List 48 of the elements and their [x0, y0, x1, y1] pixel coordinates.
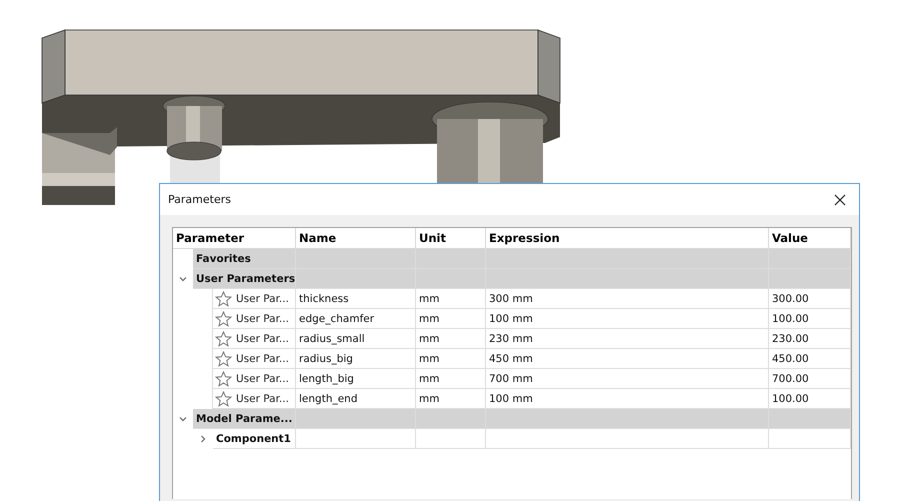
component-row-label[interactable]: Component1	[213, 429, 296, 449]
table-cell: 230.00	[769, 329, 851, 349]
table-cell: User Par...	[236, 352, 289, 364]
star-icon[interactable]	[215, 370, 232, 386]
table-cell: 100.00	[769, 389, 851, 409]
star-icon[interactable]	[215, 290, 232, 306]
table-cell: 230 mm	[486, 329, 769, 349]
table-cell: mm	[416, 349, 486, 369]
table-cell: 300 mm	[486, 289, 769, 309]
table-cell: thickness	[296, 289, 416, 309]
table-cell: length_big	[296, 369, 416, 389]
table-cell: 450 mm	[486, 349, 769, 369]
table-cell: User Par...	[236, 392, 289, 404]
chevron-icon[interactable]	[199, 435, 207, 443]
dialog-title: Parameters	[168, 193, 231, 206]
table-cell: 100 mm	[486, 389, 769, 409]
table-cell	[416, 269, 486, 289]
chevron-icon[interactable]	[179, 275, 187, 283]
table-cell: edge_chamfer	[296, 309, 416, 329]
table-cell: radius_big	[296, 349, 416, 369]
table-cell: 100.00	[769, 309, 851, 329]
table-cell: mm	[416, 309, 486, 329]
star-icon[interactable]	[215, 310, 232, 326]
table-cell: 450.00	[769, 349, 851, 369]
chevron-icon[interactable]	[179, 415, 187, 423]
star-icon[interactable]	[215, 330, 232, 346]
table-cell: 100 mm	[486, 309, 769, 329]
table-cell: User Par...	[236, 312, 289, 324]
table-cell	[416, 249, 486, 269]
table-cell: mm	[416, 329, 486, 349]
table-cell: 700.00	[769, 369, 851, 389]
group-row-label[interactable]: User Parameters	[193, 269, 296, 289]
star-icon[interactable]	[215, 390, 232, 406]
table-cell: mm	[416, 289, 486, 309]
table-cell: mm	[416, 369, 486, 389]
table-cell: User Par...	[236, 332, 289, 344]
table-cell	[416, 409, 486, 429]
group-row-label[interactable]: Favorites	[193, 249, 296, 269]
table-cell: User Par...	[236, 292, 289, 304]
table-cell: length_end	[296, 389, 416, 409]
star-icon[interactable]	[215, 350, 232, 366]
table-cell: 700 mm	[486, 369, 769, 389]
table-cell: 300.00	[769, 289, 851, 309]
group-row-label[interactable]: Model Parame...	[193, 409, 296, 429]
table-cell: radius_small	[296, 329, 416, 349]
table-cell	[416, 429, 486, 449]
table-cell: mm	[416, 389, 486, 409]
table-cell: User Par...	[236, 372, 289, 384]
